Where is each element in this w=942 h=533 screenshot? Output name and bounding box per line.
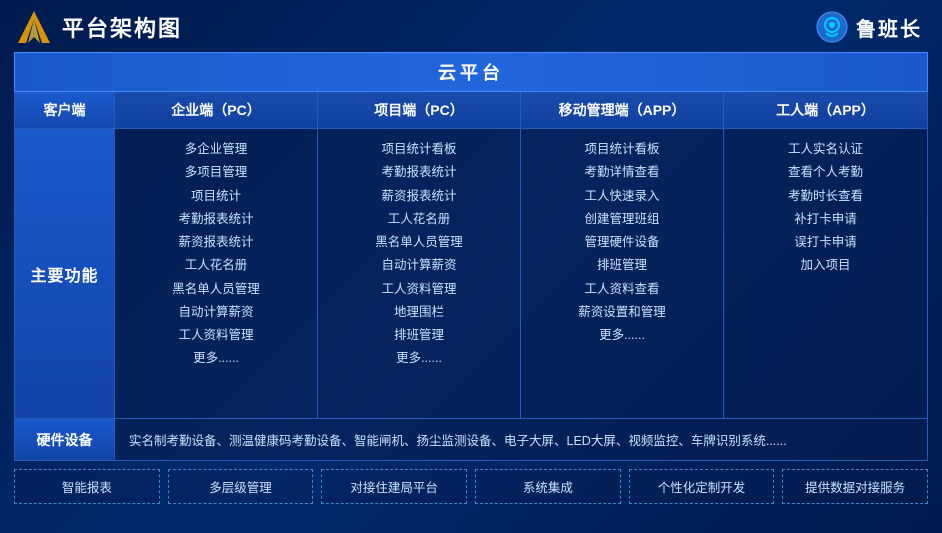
mobile-header: 移动管理端（APP） <box>521 92 724 129</box>
list-item: 自动计算薪资 <box>381 255 456 276</box>
hardware-row: 硬件设备 实名制考勤设备、测温健康码考勤设备、智能闸机、扬尘监测设备、电子大屏、… <box>14 419 928 461</box>
list-item: 黑名单人员管理 <box>172 279 260 300</box>
header-title: 平台架构图 <box>62 11 182 43</box>
list-item: 更多...... <box>396 348 442 369</box>
list-item: 考勤时长查看 <box>788 186 863 207</box>
list-item: 工人资料查看 <box>584 279 659 300</box>
header-left: 平台架构图 <box>16 9 182 45</box>
feature-item: 个性化定制开发 <box>629 469 775 504</box>
enterprise-content: 多企业管理 多项目管理 项目统计 考勤报表统计 薪资报表统计 工人花名册 黑名单… <box>115 129 318 418</box>
list-item: 薪资设置和管理 <box>578 302 666 323</box>
project-header: 项目端（PC） <box>318 92 521 129</box>
list-item: 误打卡申请 <box>794 232 857 253</box>
main-content: 云平台 客户端 企业端（PC） 项目端（PC） 移动管理端（APP） 工人端（A… <box>0 52 942 514</box>
list-item: 考勤报表统计 <box>381 162 456 183</box>
cloud-platform-label: 云平台 <box>438 63 504 83</box>
feature-item: 提供数据对接服务 <box>782 469 928 504</box>
cloud-platform-banner: 云平台 <box>14 52 928 92</box>
list-item: 工人快速录入 <box>584 186 659 207</box>
list-item: 工人资料管理 <box>178 325 253 346</box>
list-item: 多企业管理 <box>185 139 248 160</box>
list-item: 黑名单人员管理 <box>375 232 463 253</box>
brand-name: 鲁班长 <box>856 13 922 42</box>
main-function-row: 主要功能 多企业管理 多项目管理 项目统计 考勤报表统计 薪资报表统计 工人花名… <box>14 129 928 419</box>
list-item: 工人资料管理 <box>381 279 456 300</box>
header: 平台架构图 鲁班长 <box>0 0 942 52</box>
list-item: 薪资报表统计 <box>381 186 456 207</box>
list-item: 考勤详情查看 <box>584 162 659 183</box>
feature-item: 多层级管理 <box>168 469 314 504</box>
list-item: 补打卡申请 <box>794 209 857 230</box>
list-item: 查看个人考勤 <box>788 162 863 183</box>
list-item: 排班管理 <box>597 255 647 276</box>
list-item: 项目统计看板 <box>381 139 456 160</box>
features-row: 智能报表 多层级管理 对接住建局平台 系统集成 个性化定制开发 提供数据对接服务 <box>14 469 928 504</box>
hardware-content: 实名制考勤设备、测温健康码考勤设备、智能闸机、扬尘监测设备、电子大屏、LED大屏… <box>115 419 927 460</box>
list-item: 项目统计看板 <box>584 139 659 160</box>
list-item: 工人花名册 <box>388 209 451 230</box>
brand-icon <box>816 11 848 43</box>
logo-icon <box>16 9 52 45</box>
brand-logo: 鲁班长 <box>816 11 922 43</box>
list-item: 考勤报表统计 <box>178 209 253 230</box>
client-header: 客户端 <box>15 92 115 129</box>
list-item: 创建管理班组 <box>584 209 659 230</box>
main-function-label: 主要功能 <box>15 129 115 418</box>
list-item: 多项目管理 <box>185 162 248 183</box>
list-item: 更多...... <box>599 325 645 346</box>
mobile-content: 项目统计看板 考勤详情查看 工人快速录入 创建管理班组 管理硬件设备 排班管理 … <box>521 129 724 418</box>
list-item: 工人花名册 <box>185 255 248 276</box>
list-item: 地理围栏 <box>394 302 444 323</box>
project-content: 项目统计看板 考勤报表统计 薪资报表统计 工人花名册 黑名单人员管理 自动计算薪… <box>318 129 521 418</box>
list-item: 工人实名认证 <box>788 139 863 160</box>
worker-content: 工人实名认证 查看个人考勤 考勤时长查看 补打卡申请 误打卡申请 加入项目 <box>724 129 927 418</box>
hardware-label: 硬件设备 <box>15 419 115 460</box>
feature-item: 智能报表 <box>14 469 160 504</box>
list-item: 自动计算薪资 <box>178 302 253 323</box>
list-item: 排班管理 <box>394 325 444 346</box>
feature-item: 系统集成 <box>475 469 621 504</box>
worker-header: 工人端（APP） <box>724 92 927 129</box>
feature-item: 对接住建局平台 <box>321 469 467 504</box>
list-item: 薪资报表统计 <box>178 232 253 253</box>
list-item: 项目统计 <box>191 186 241 207</box>
list-item: 加入项目 <box>800 255 850 276</box>
list-item: 更多...... <box>193 348 239 369</box>
column-headers: 客户端 企业端（PC） 项目端（PC） 移动管理端（APP） 工人端（APP） <box>14 92 928 129</box>
enterprise-header: 企业端（PC） <box>115 92 318 129</box>
list-item: 管理硬件设备 <box>584 232 659 253</box>
